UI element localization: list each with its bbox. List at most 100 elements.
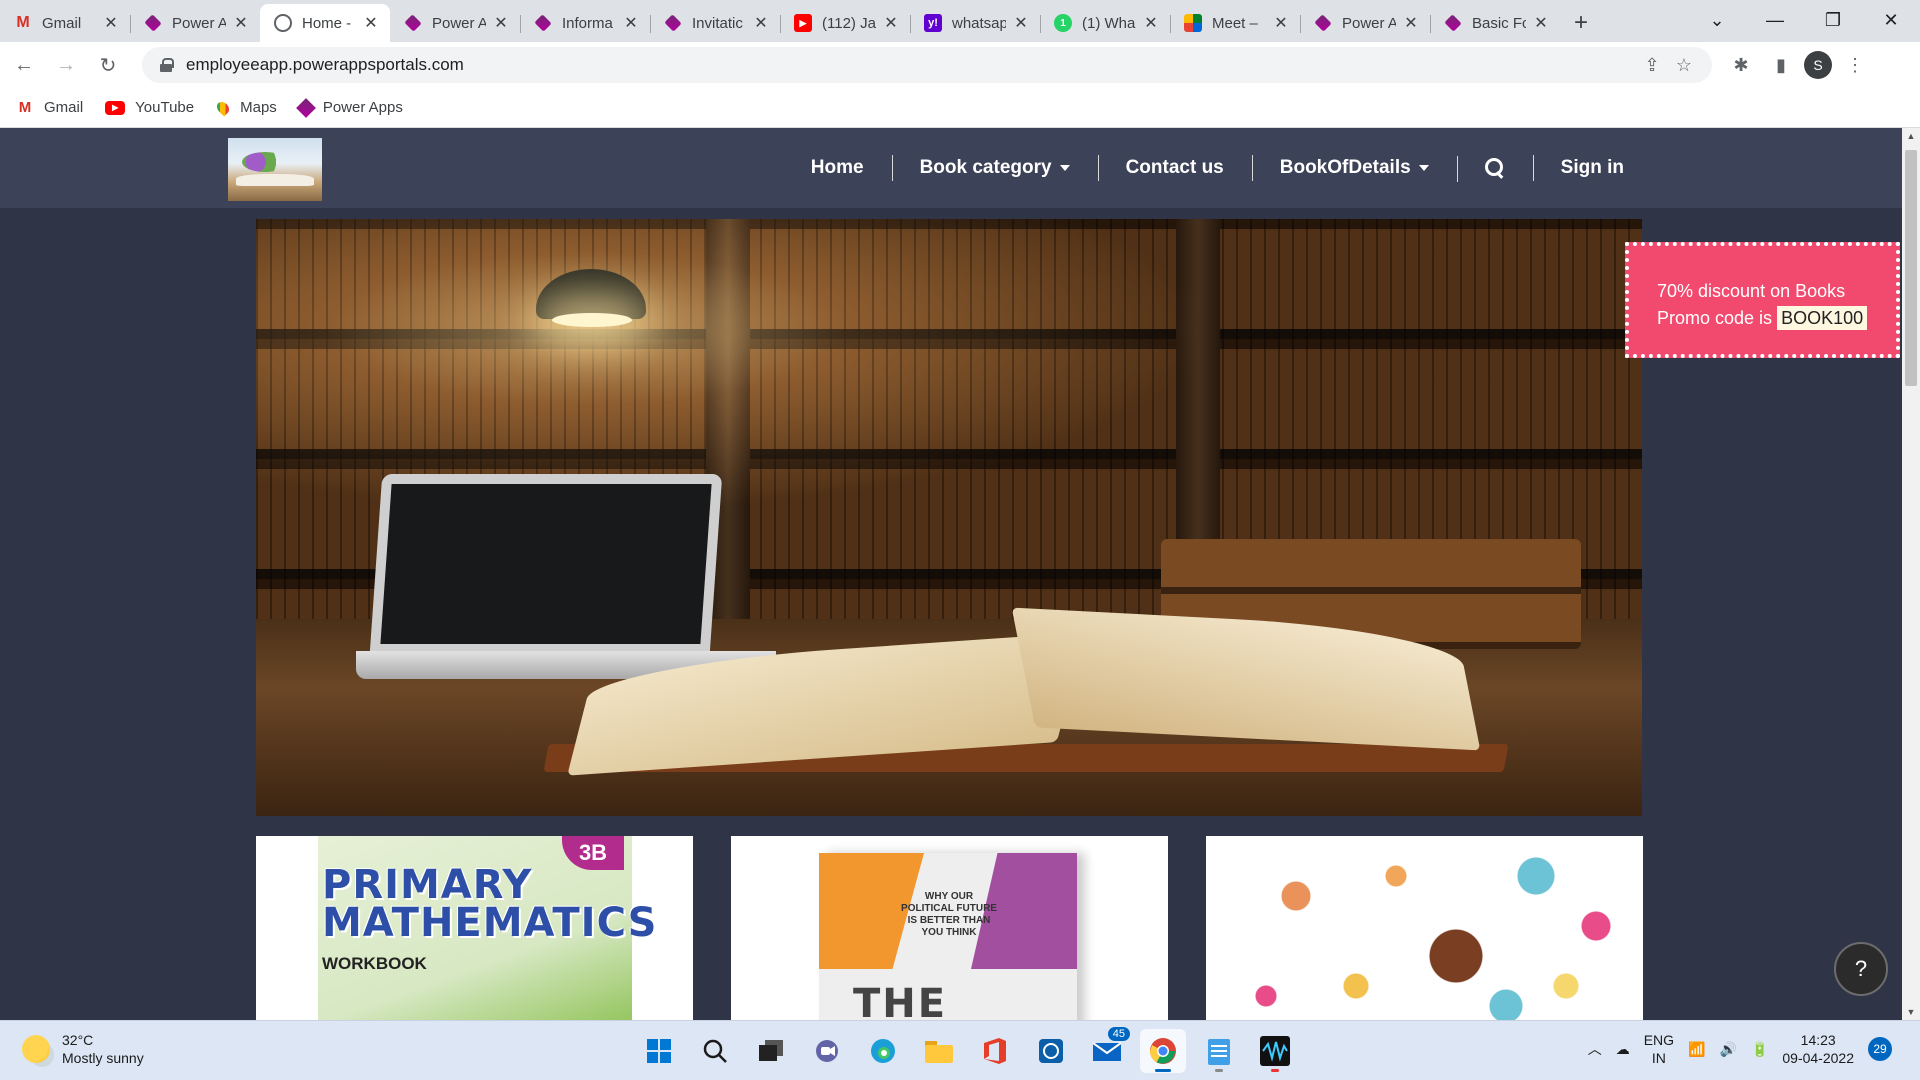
notification-badge[interactable]: 29 — [1868, 1037, 1892, 1061]
office-button[interactable] — [972, 1029, 1018, 1073]
chevron-up-icon[interactable]: ︿ — [1588, 1039, 1602, 1059]
close-icon[interactable]: ✕ — [102, 13, 120, 33]
search-icon — [1484, 158, 1505, 178]
power-apps-icon — [534, 14, 552, 32]
wifi-icon[interactable]: 📶 — [1688, 1041, 1705, 1058]
windows-taskbar: 32°C Mostly sunny 45 ︿ ☁ ENG IN 📶 🔊 🔋 14… — [0, 1020, 1920, 1080]
caret-down-icon — [1059, 165, 1070, 171]
math-book-cover: 3B PRIMARY MATHEMATICS WORKBOOK — [318, 836, 656, 1020]
bookmark-power-apps[interactable]: Power Apps — [295, 97, 403, 118]
dell-app-button[interactable] — [1028, 1029, 1074, 1073]
tab-title: Invitatic — [692, 14, 743, 32]
teams-chat-button[interactable] — [804, 1029, 850, 1073]
audio-app-button[interactable] — [1252, 1029, 1298, 1073]
tab-search-icon[interactable]: ⌄ — [1688, 0, 1746, 40]
site-navbar: Home Book category Contact us BookOfDeta… — [0, 128, 1902, 208]
tab-invitation[interactable]: Invitatic ✕ — [650, 6, 780, 40]
file-explorer-button[interactable] — [916, 1029, 962, 1073]
tab-information[interactable]: Informa ✕ — [520, 6, 650, 40]
book-card-math[interactable]: 3B PRIMARY MATHEMATICS WORKBOOK — [256, 836, 693, 1020]
temperature: 32°C — [62, 1032, 94, 1048]
close-icon[interactable]: ✕ — [752, 13, 770, 33]
bookmark-star-icon[interactable]: ☆ — [1668, 55, 1700, 76]
lock-icon[interactable] — [160, 58, 174, 72]
extensions-icon[interactable]: ✱ — [1724, 48, 1758, 82]
edge-button[interactable] — [860, 1029, 906, 1073]
chat-help-button[interactable]: ? — [1834, 942, 1888, 996]
onedrive-icon[interactable]: ☁ — [1616, 1041, 1630, 1058]
address-bar[interactable]: employeeapp.powerappsportals.com ⇪ ☆ — [142, 47, 1712, 83]
tab-power-apps[interactable]: Power A ✕ — [1300, 6, 1430, 40]
taskbar-apps: 45 — [636, 1027, 1298, 1073]
battery-icon[interactable]: 🔋 — [1751, 1041, 1768, 1058]
site-logo[interactable] — [228, 138, 322, 201]
close-icon[interactable]: ✕ — [1532, 13, 1550, 33]
forward-button[interactable]: → — [48, 47, 84, 83]
tab-youtube[interactable]: ▶ (112) Ja ✕ — [780, 6, 910, 40]
task-view-button[interactable] — [748, 1029, 794, 1073]
hero-library-image — [256, 219, 1642, 816]
nav-home[interactable]: Home — [783, 157, 892, 179]
path-book-cover: WHY OUR POLITICAL FUTURE IS BETTER THAN … — [819, 853, 1077, 1020]
nav-sign-in[interactable]: Sign in — [1532, 155, 1652, 181]
tab-title: Home - — [302, 14, 352, 32]
bookmark-maps[interactable]: Maps — [214, 99, 277, 117]
tab-title: (112) Ja — [822, 14, 876, 32]
toolbar-actions: ✱ ▮ S ⋮ — [1724, 48, 1872, 82]
yahoo-icon: y! — [924, 14, 942, 32]
page-scrollbar[interactable]: ▲ ▼ — [1902, 128, 1920, 1020]
language-indicator[interactable]: ENG IN — [1644, 1031, 1674, 1067]
share-icon[interactable]: ⇪ — [1636, 55, 1668, 76]
dell-icon — [1039, 1039, 1063, 1063]
profile-avatar[interactable]: S — [1804, 51, 1832, 79]
tab-title: Power A — [172, 14, 226, 32]
close-window-button[interactable]: ✕ — [1862, 0, 1920, 40]
close-icon[interactable]: ✕ — [492, 13, 510, 33]
scroll-thumb[interactable] — [1905, 150, 1917, 386]
close-icon[interactable]: ✕ — [622, 13, 640, 33]
reload-button[interactable]: ↻ — [90, 47, 126, 83]
close-icon[interactable]: ✕ — [1142, 13, 1160, 33]
book-card-recipes[interactable] — [1206, 836, 1643, 1020]
close-icon[interactable]: ✕ — [232, 13, 250, 33]
chrome-button[interactable] — [1140, 1029, 1186, 1073]
nav-search[interactable] — [1456, 156, 1533, 182]
close-icon[interactable]: ✕ — [882, 13, 900, 33]
tab-power-apps[interactable]: Power A ✕ — [390, 6, 520, 40]
side-panel-icon[interactable]: ▮ — [1764, 48, 1798, 82]
close-icon[interactable]: ✕ — [1402, 13, 1420, 33]
weather-widget[interactable]: 32°C Mostly sunny — [22, 1031, 144, 1067]
book-card-the-path[interactable]: WHY OUR POLITICAL FUTURE IS BETTER THAN … — [731, 836, 1168, 1020]
nav-contact-us[interactable]: Contact us — [1097, 155, 1252, 181]
taskbar-search[interactable] — [692, 1029, 738, 1073]
bookmark-youtube[interactable]: ▶ YouTube — [105, 99, 194, 116]
menu-icon[interactable]: ⋮ — [1838, 48, 1872, 82]
scroll-up-icon[interactable]: ▲ — [1902, 128, 1920, 144]
scroll-down-icon[interactable]: ▼ — [1902, 1004, 1920, 1020]
mail-button[interactable]: 45 — [1084, 1027, 1130, 1073]
math-book-subtitle: WORKBOOK — [322, 954, 427, 973]
close-icon[interactable]: ✕ — [1272, 13, 1290, 33]
restore-button[interactable]: ❐ — [1804, 0, 1862, 40]
nav-book-of-details[interactable]: BookOfDetails — [1251, 155, 1457, 181]
tab-power-apps[interactable]: Power A ✕ — [130, 6, 260, 40]
tab-yahoo-search[interactable]: y! whatsap ✕ — [910, 6, 1040, 40]
back-button[interactable]: ← — [6, 47, 42, 83]
bookmark-gmail[interactable]: M Gmail — [16, 99, 83, 116]
close-icon[interactable]: ✕ — [1012, 13, 1030, 33]
system-clock[interactable]: 14:23 09-04-2022 — [1782, 1031, 1854, 1067]
tab-home-active[interactable]: Home - ✕ — [260, 4, 390, 42]
tab-whatsapp[interactable]: 1 (1) Wha ✕ — [1040, 6, 1170, 40]
window-controls: ⌄ — ❐ ✕ — [1688, 0, 1920, 42]
new-tab-button[interactable]: + — [1560, 4, 1602, 42]
minimize-button[interactable]: — — [1746, 0, 1804, 40]
tab-gmail[interactable]: M Gmail ✕ — [0, 6, 130, 40]
start-button[interactable] — [636, 1029, 682, 1073]
volume-icon[interactable]: 🔊 — [1720, 1041, 1737, 1058]
url-text[interactable]: employeeapp.powerappsportals.com — [186, 55, 1636, 75]
nav-book-category[interactable]: Book category — [891, 155, 1098, 181]
close-icon[interactable]: ✕ — [362, 13, 380, 33]
notepad-button[interactable] — [1196, 1029, 1242, 1073]
tab-meet[interactable]: Meet – ✕ — [1170, 6, 1300, 40]
tab-basic-forms[interactable]: Basic Fc ✕ — [1430, 6, 1560, 40]
